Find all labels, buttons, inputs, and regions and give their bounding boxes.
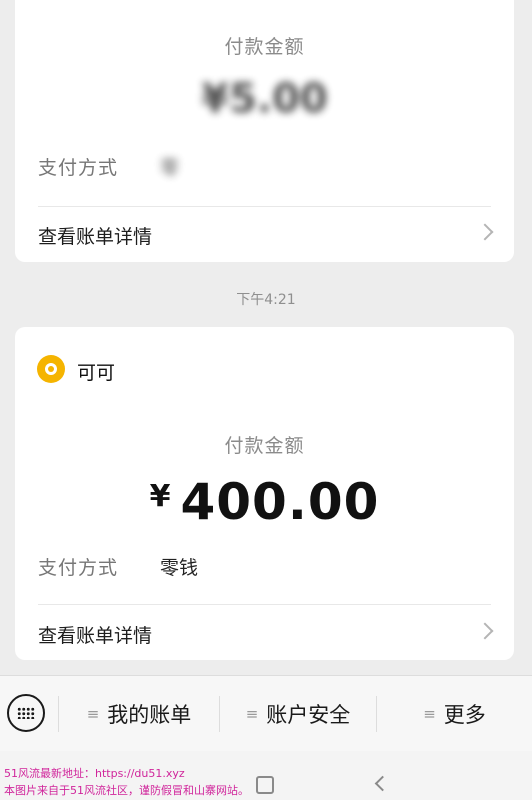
recent-apps-icon[interactable] [256,776,274,794]
payment-method-value-blurred: 零 [160,157,180,179]
view-bill-details-link[interactable]: 查看账单详情 [15,609,514,657]
menu-label: 我的账单 [107,703,192,727]
merchant-avatar-icon [37,355,65,383]
amount-value: 400.00 [180,473,380,531]
view-bill-details-label: 查看账单详情 [38,226,153,248]
payment-method-label: 支付方式 [38,157,119,179]
menu-more[interactable]: ≡ 更多 [377,676,532,752]
currency-symbol: ¥ [149,479,171,514]
chevron-right-icon [476,622,494,640]
message-timestamp: 下午4:21 [236,292,296,308]
menu-lines-icon: ≡ [423,705,436,723]
keyboard-icon [17,707,35,719]
view-bill-details-label: 查看账单详情 [38,625,153,647]
menu-label: 账户安全 [266,703,351,727]
previous-payment-card: 付款金额 ¥5.00 支付方式 零 查看账单详情 [15,0,514,262]
divider [38,604,491,605]
menu-lines-icon: ≡ [86,705,100,723]
amount: ¥400.00 [15,473,514,531]
watermark-line-1: 51风流最新地址：https://du51.xyz [4,767,185,780]
bottom-menu-bar: ≡ 我的账单 ≡ 账户安全 ≡ 更多 [0,675,532,752]
payment-method-label: 支付方式 [38,557,119,579]
back-icon[interactable] [374,775,391,792]
menu-lines-icon: ≡ [245,705,259,723]
amount-title: 付款金额 [224,36,305,58]
divider [38,206,491,207]
menu-my-bills[interactable]: ≡ 我的账单 [59,676,219,752]
system-nav-bar: 51风流最新地址：https://du51.xyz 本图片来自于51风流社区，谨… [0,751,532,800]
amount-title: 付款金额 [224,435,305,457]
payment-method-value: 零钱 [160,557,199,579]
view-bill-details-link[interactable]: 查看账单详情 [15,210,514,258]
menu-label: 更多 [443,703,486,727]
watermark-line-2: 本图片来自于51风流社区，谨防假冒和山寨网站。 [4,784,249,797]
amount-value-blurred: ¥5.00 [201,76,328,122]
chevron-right-icon [476,223,494,241]
menu-account-security[interactable]: ≡ 账户安全 [220,676,376,752]
merchant-name: 可可 [77,362,116,384]
payment-card: 可可 付款金额 ¥400.00 支付方式 零钱 查看账单详情 [15,327,514,660]
keyboard-toggle-button[interactable] [7,694,45,732]
